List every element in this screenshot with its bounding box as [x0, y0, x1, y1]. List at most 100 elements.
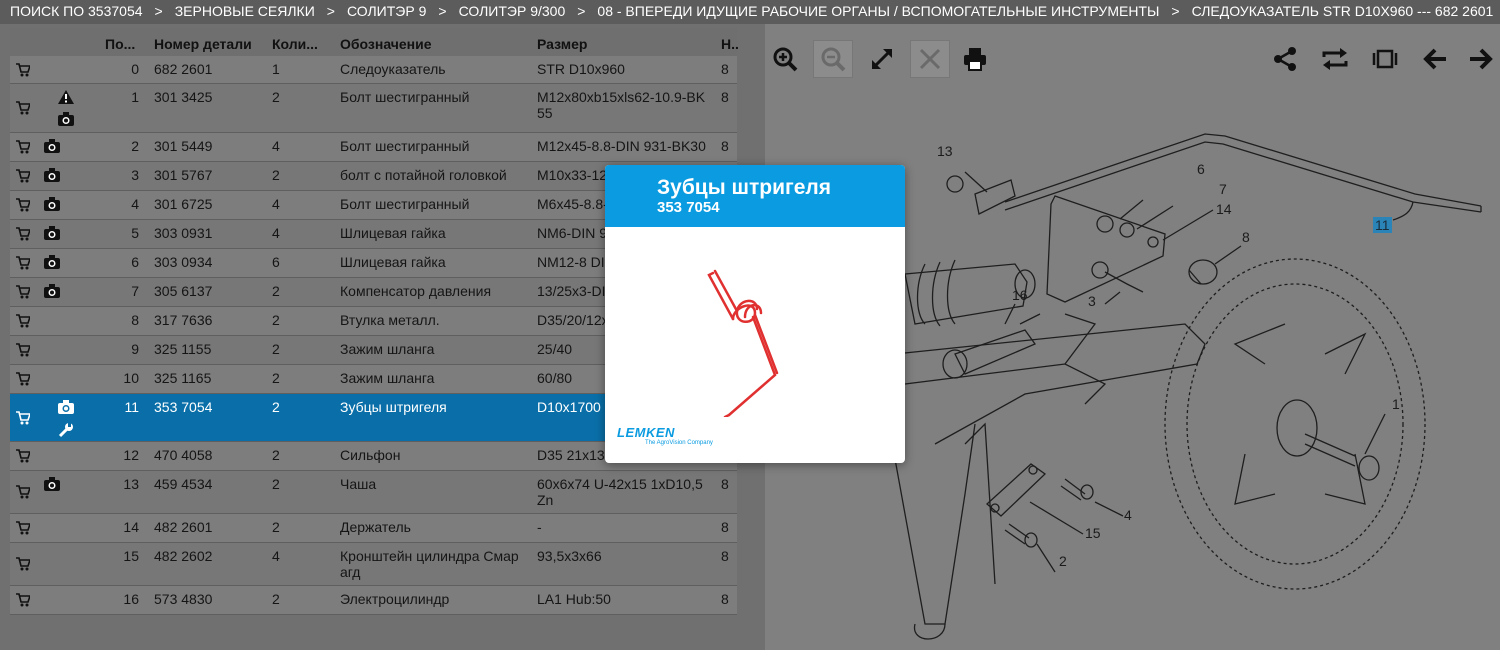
name-cell: Шлицевая гайка: [340, 225, 446, 241]
camera-icon[interactable]: [44, 226, 60, 243]
position-cell: 1: [131, 89, 139, 105]
callout-16[interactable]: 16: [1012, 287, 1028, 303]
breadcrumb-item-variant[interactable]: СОЛИТЭР 9/300: [459, 3, 566, 19]
position-cell: 5: [131, 225, 139, 241]
table-row[interactable]: 13 459 4534 2 Чаша 60x6x74 U-42x15 1xD10,5 Z…: [10, 471, 737, 514]
cart-icon[interactable]: [16, 198, 32, 212]
table-row[interactable]: 14 482 2601 2 Держатель - 8: [10, 514, 737, 543]
cart-icon[interactable]: [16, 63, 32, 77]
callout-6[interactable]: 6: [1197, 161, 1205, 177]
name-cell: Зажим шланга: [340, 341, 435, 357]
callout-4[interactable]: 4: [1124, 507, 1132, 523]
wrench-icon[interactable]: [58, 422, 74, 441]
breadcrumb-separator: >: [577, 3, 586, 19]
table-row[interactable]: 1 301 3425 2 Болт шестигранный M12x80xb15xls…: [10, 84, 737, 133]
column-header-n[interactable]: Н..: [721, 36, 739, 52]
cart-icon[interactable]: [16, 140, 32, 154]
breadcrumb-separator: >: [326, 3, 335, 19]
table-row[interactable]: 16 573 4830 2 Электроцилиндр LA1 Hub:50 8: [10, 586, 737, 615]
table-header: По... Номер детали Коли... Обозначение Р…: [10, 28, 739, 56]
breadcrumb-item-group[interactable]: 08 - ВПЕРЕДИ ИДУЩИЕ РАБОЧИЕ ОРГАНЫ / ВСП…: [597, 3, 1159, 19]
callout-15[interactable]: 15: [1085, 525, 1101, 541]
camera-icon[interactable]: [44, 168, 60, 185]
breadcrumb: ПОИСК ПО 3537054 > ЗЕРНОВЫЕ СЕЯЛКИ > СОЛ…: [0, 0, 1500, 19]
part-number-cell: 317 7636: [154, 312, 213, 328]
callout-14[interactable]: 14: [1216, 201, 1232, 217]
part-number-cell: 325 1155: [154, 341, 212, 357]
camera-icon[interactable]: [58, 400, 74, 417]
breadcrumb-item-assembly[interactable]: СЛЕДОУКАЗАТЕЛЬ STR D10X960 --- 682 2601: [1192, 3, 1494, 19]
warning-icon: [58, 90, 74, 107]
camera-icon[interactable]: [44, 197, 60, 214]
table-row[interactable]: 0 682 2601 1 Следоуказатель STR D10x960 8: [10, 56, 737, 84]
camera-icon[interactable]: [58, 112, 74, 129]
column-header-name[interactable]: Обозначение: [340, 36, 432, 52]
cart-icon[interactable]: [16, 521, 32, 535]
breadcrumb-item-category[interactable]: ЗЕРНОВЫЕ СЕЯЛКИ: [175, 3, 315, 19]
callout-11[interactable]: 11: [1373, 217, 1392, 233]
column-header-quantity[interactable]: Коли...: [272, 36, 318, 52]
part-preview-popup[interactable]: Зубцы штригеля 353 7054 LEMKEN The AgroV…: [605, 165, 905, 463]
cart-icon[interactable]: [16, 485, 32, 499]
column-header-part-number[interactable]: Номер детали: [154, 36, 252, 52]
cart-icon[interactable]: [16, 557, 32, 571]
callout-11-highlight: 11: [1373, 217, 1392, 233]
cart-icon[interactable]: [16, 314, 32, 328]
breadcrumb-item-model[interactable]: СОЛИТЭР 9: [347, 3, 426, 19]
part-number-cell: 301 5767: [154, 167, 213, 183]
position-cell: 16: [123, 591, 139, 607]
position-cell: 10: [123, 370, 139, 386]
callout-8[interactable]: 8: [1242, 229, 1250, 245]
popup-header: Зубцы штригеля 353 7054: [605, 165, 905, 227]
n-cell: 8: [721, 476, 729, 492]
callout-3[interactable]: 3: [1088, 293, 1096, 309]
position-cell: 14: [123, 519, 139, 535]
part-number-cell: 325 1165: [154, 370, 212, 386]
brand-tagline: The AgroVision Company: [645, 440, 713, 446]
name-cell: Сильфон: [340, 447, 401, 463]
position-cell: 2: [131, 138, 139, 154]
breadcrumb-item-search[interactable]: ПОИСК ПО 3537054: [10, 3, 143, 19]
breadcrumb-separator: >: [1171, 3, 1180, 19]
cart-icon[interactable]: [16, 372, 32, 386]
cart-icon[interactable]: [16, 101, 32, 115]
callout-13[interactable]: 13: [937, 143, 953, 159]
column-header-pos[interactable]: По...: [105, 36, 135, 52]
cart-icon[interactable]: [16, 343, 32, 357]
quantity-cell: 2: [272, 591, 280, 607]
quantity-cell: 1: [272, 61, 280, 77]
table-row[interactable]: 2 301 5449 4 Болт шестигранный M12x45-8.8-DI…: [10, 133, 737, 162]
position-cell: 8: [131, 312, 139, 328]
position-cell: 7: [131, 283, 139, 299]
cart-icon[interactable]: [16, 169, 32, 183]
table-row[interactable]: 15 482 2602 4 Кронштейн цилиндра Смар агд 93…: [10, 543, 737, 586]
part-number-cell: 573 4830: [154, 591, 213, 607]
cart-icon[interactable]: [16, 285, 32, 299]
cart-icon[interactable]: [16, 256, 32, 270]
camera-icon[interactable]: [44, 139, 60, 156]
camera-icon[interactable]: [44, 477, 60, 494]
quantity-cell: 2: [272, 370, 280, 386]
name-cell: болт с потайной головкой: [340, 167, 507, 183]
n-cell: 8: [721, 519, 729, 535]
cart-icon[interactable]: [16, 593, 32, 607]
tine-image: [707, 269, 779, 417]
camera-icon[interactable]: [44, 284, 60, 301]
cart-icon[interactable]: [16, 227, 32, 241]
name-cell: Болт шестигранный: [340, 138, 470, 154]
size-cell: 93,5x3x66: [537, 548, 602, 564]
quantity-cell: 2: [272, 476, 280, 492]
quantity-cell: 2: [272, 89, 280, 105]
cart-icon[interactable]: [16, 449, 32, 463]
part-number-cell: 682 2601: [154, 61, 213, 77]
size-cell: 60x6x74 U-42x15 1xD10,5 Zn: [537, 476, 703, 508]
name-cell: Втулка металл.: [340, 312, 440, 328]
n-cell: 8: [721, 89, 729, 105]
callout-2[interactable]: 2: [1059, 553, 1067, 569]
quantity-cell: 2: [272, 399, 280, 415]
callout-7[interactable]: 7: [1219, 181, 1227, 197]
camera-icon[interactable]: [44, 255, 60, 272]
cart-icon[interactable]: [16, 411, 32, 425]
callout-1[interactable]: 1: [1392, 396, 1400, 412]
column-header-size[interactable]: Размер: [537, 36, 587, 52]
